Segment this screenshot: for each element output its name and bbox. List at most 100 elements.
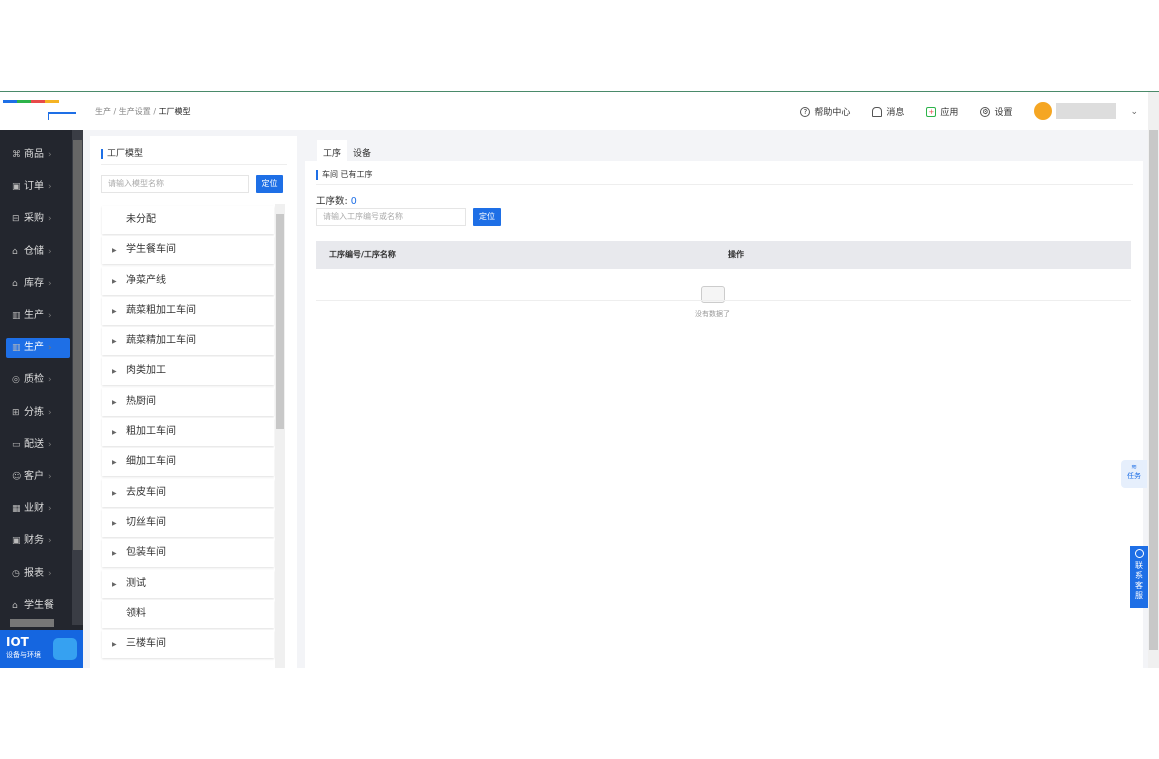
sidebar-item[interactable]: ▥ 生产 › [6, 338, 70, 359]
truck-icon: ▭ [12, 439, 21, 450]
help-center-button[interactable]: ? 帮助中心 [800, 105, 850, 118]
tree-node[interactable]: ▶ 切丝车间 [102, 508, 274, 538]
breadcrumb-item[interactable]: 生产设置 [119, 107, 151, 116]
sidebar-item[interactable]: ⌂ 仓储 › [6, 242, 70, 262]
factory-icon: ▥ [12, 311, 21, 321]
settings-label: 设置 [994, 107, 1013, 118]
caret-right-icon[interactable]: ▶ [112, 449, 126, 477]
sidebar-scrollbar[interactable] [72, 130, 83, 625]
sidebar-horizontal-scrollbar[interactable] [10, 619, 54, 627]
caret-right-icon[interactable]: ▶ [112, 631, 126, 659]
sidebar-item[interactable]: ⌘ 商品 › [6, 145, 70, 165]
apps-button[interactable]: + 应用 [926, 105, 958, 118]
basket-icon: ⊟ [12, 214, 20, 225]
sidebar-item[interactable]: ▣ 订单 › [6, 177, 70, 197]
cloud-icon [53, 638, 77, 660]
tree-node[interactable]: 领料 [102, 599, 274, 628]
tree-node[interactable]: ▶ 测试 [102, 569, 274, 599]
table-header: 工序编号/工序名称 操作 [316, 241, 1131, 269]
sidebar-item[interactable]: ◎ 质检 › [6, 370, 70, 390]
count-label: 工序数: [316, 196, 348, 207]
sidebar-item-label: 配送 [24, 438, 44, 450]
sidebar-item-label: 仓储 [24, 245, 44, 257]
sidebar-item[interactable]: ☺ 客户 › [6, 467, 70, 487]
breadcrumb-item[interactable]: 生产 [95, 107, 111, 116]
chevron-right-icon: › [48, 311, 52, 321]
breadcrumb-current: 工厂模型 [158, 107, 191, 116]
model-search-input[interactable]: 请输入模型名称 [101, 175, 249, 193]
tree-node[interactable]: ▶ 蔬菜粗加工车间 [102, 296, 274, 326]
home-icon: ⌂ [12, 600, 18, 611]
sidebar-item[interactable]: ▦ 业财 › [6, 499, 70, 519]
sidebar-item[interactable]: ▣ 财务 › [6, 531, 70, 551]
chevron-right-icon: › [48, 407, 52, 418]
tree-node[interactable]: ▶ 热厨间 [102, 387, 274, 417]
process-card: 车间 已有工序 工序数: 0 请输入工序编号或名称 定位 工序编号/工序名称 操… [305, 161, 1143, 668]
task-button[interactable]: ≋ 任务 [1121, 460, 1147, 488]
sidebar-item-label: 订单 [24, 181, 44, 193]
locate-model-button[interactable]: 定位 [256, 175, 283, 193]
chart-icon: ▦ [12, 504, 21, 515]
tree-node[interactable]: ▶ 三楼车间 [102, 630, 274, 659]
tree-node-label: 三楼车间 [126, 638, 166, 650]
locate-process-button[interactable]: 定位 [473, 208, 501, 226]
chevron-right-icon: › [48, 246, 52, 257]
tree-node[interactable]: 未分配 [102, 206, 274, 234]
gear-icon: ⚙ [980, 107, 991, 117]
tree-node-label: 未分配 [126, 214, 156, 225]
user-name-redacted [1056, 103, 1117, 119]
messages-button[interactable]: 消息 [872, 105, 904, 118]
tree-scrollbar[interactable] [275, 204, 285, 668]
tree-node[interactable]: ▶ 净菜产线 [102, 266, 274, 296]
caret-right-icon[interactable]: ▶ [112, 237, 126, 265]
caret-right-icon[interactable]: ▶ [112, 268, 126, 296]
sidebar-item[interactable]: ▭ 配送 › [6, 435, 70, 455]
tree-node-label: 测试 [126, 577, 146, 589]
factory-model-panel: 工厂模型 请输入模型名称 定位 未分配 ▶ 学生餐车间 ▶ 净菜产线 ▶ 蔬菜粗加工车间 ▶ 蔬… [90, 136, 297, 668]
caret-right-icon[interactable]: ▶ [112, 358, 126, 386]
sidebar-item[interactable]: ⌂ 库存 › [6, 274, 70, 294]
shield-icon: ◎ [12, 375, 20, 386]
chevron-right-icon: › [48, 150, 52, 160]
bell-icon [872, 107, 883, 117]
iot-banner[interactable]: IOT 设备与环境 [0, 630, 83, 668]
column-header: 工序编号/工序名称 [329, 250, 396, 259]
caret-right-icon[interactable]: ▶ [112, 571, 126, 599]
caret-right-icon[interactable]: ▶ [112, 419, 126, 447]
sidebar-item[interactable]: ◷ 报表 › [6, 564, 70, 584]
caret-right-icon[interactable]: ▶ [112, 389, 126, 417]
layers-icon: ≋ [1131, 463, 1137, 471]
page-scrollbar[interactable] [1148, 92, 1159, 668]
user-menu[interactable]: ⌄ [1034, 102, 1138, 120]
tree-node[interactable]: ▶ 蔬菜精加工车间 [102, 327, 274, 356]
tree-node[interactable]: ▶ 学生餐车间 [102, 236, 274, 265]
caret-right-icon[interactable]: ▶ [112, 328, 126, 356]
sidebar-item[interactable]: ⊟ 采购 › [6, 209, 70, 229]
apps-label: 应用 [940, 107, 959, 118]
process-search-input[interactable]: 请输入工序编号或名称 [316, 208, 466, 226]
customer-service-button[interactable]: 联 系 客 服 [1130, 546, 1148, 608]
tree-node[interactable]: ▶ 细加工车间 [102, 448, 274, 477]
logo [0, 92, 83, 130]
tree-node[interactable]: ▶ 肉类加工 [102, 357, 274, 386]
chevron-right-icon: › [48, 504, 52, 515]
caret-right-icon[interactable]: ▶ [112, 510, 126, 538]
chat-icon [1134, 549, 1144, 558]
caret-right-icon[interactable]: ▶ [112, 298, 126, 326]
warehouse-icon: ⌂ [12, 278, 18, 289]
caret-right-icon[interactable]: ▶ [112, 540, 126, 568]
tree-node[interactable]: ▶ 包装车间 [102, 539, 274, 568]
sidebar-item-label: 商品 [24, 149, 44, 160]
sidebar-item-label: 报表 [24, 567, 44, 579]
tree-node[interactable]: ▶ 粗加工车间 [102, 418, 274, 447]
sidebar-item[interactable]: ⌂ 学生餐 [6, 596, 70, 616]
top-bar: 生产 / 生产设置 / 工厂模型 ? 帮助中心 消息 + 应用 ⚙ 设置 ⌄ [0, 92, 1148, 130]
sidebar-item[interactable]: ⊞ 分拣 › [6, 403, 70, 423]
tree-node[interactable]: ▶ 去皮车间 [102, 478, 274, 508]
sidebar-item[interactable]: ▥ 生产 › [6, 306, 70, 326]
finance-icon: ▣ [12, 536, 21, 547]
sort-icon: ⊞ [12, 407, 20, 418]
caret-right-icon[interactable]: ▶ [112, 480, 126, 508]
settings-button[interactable]: ⚙ 设置 [980, 105, 1012, 118]
cs-char: 客 [1135, 581, 1143, 590]
